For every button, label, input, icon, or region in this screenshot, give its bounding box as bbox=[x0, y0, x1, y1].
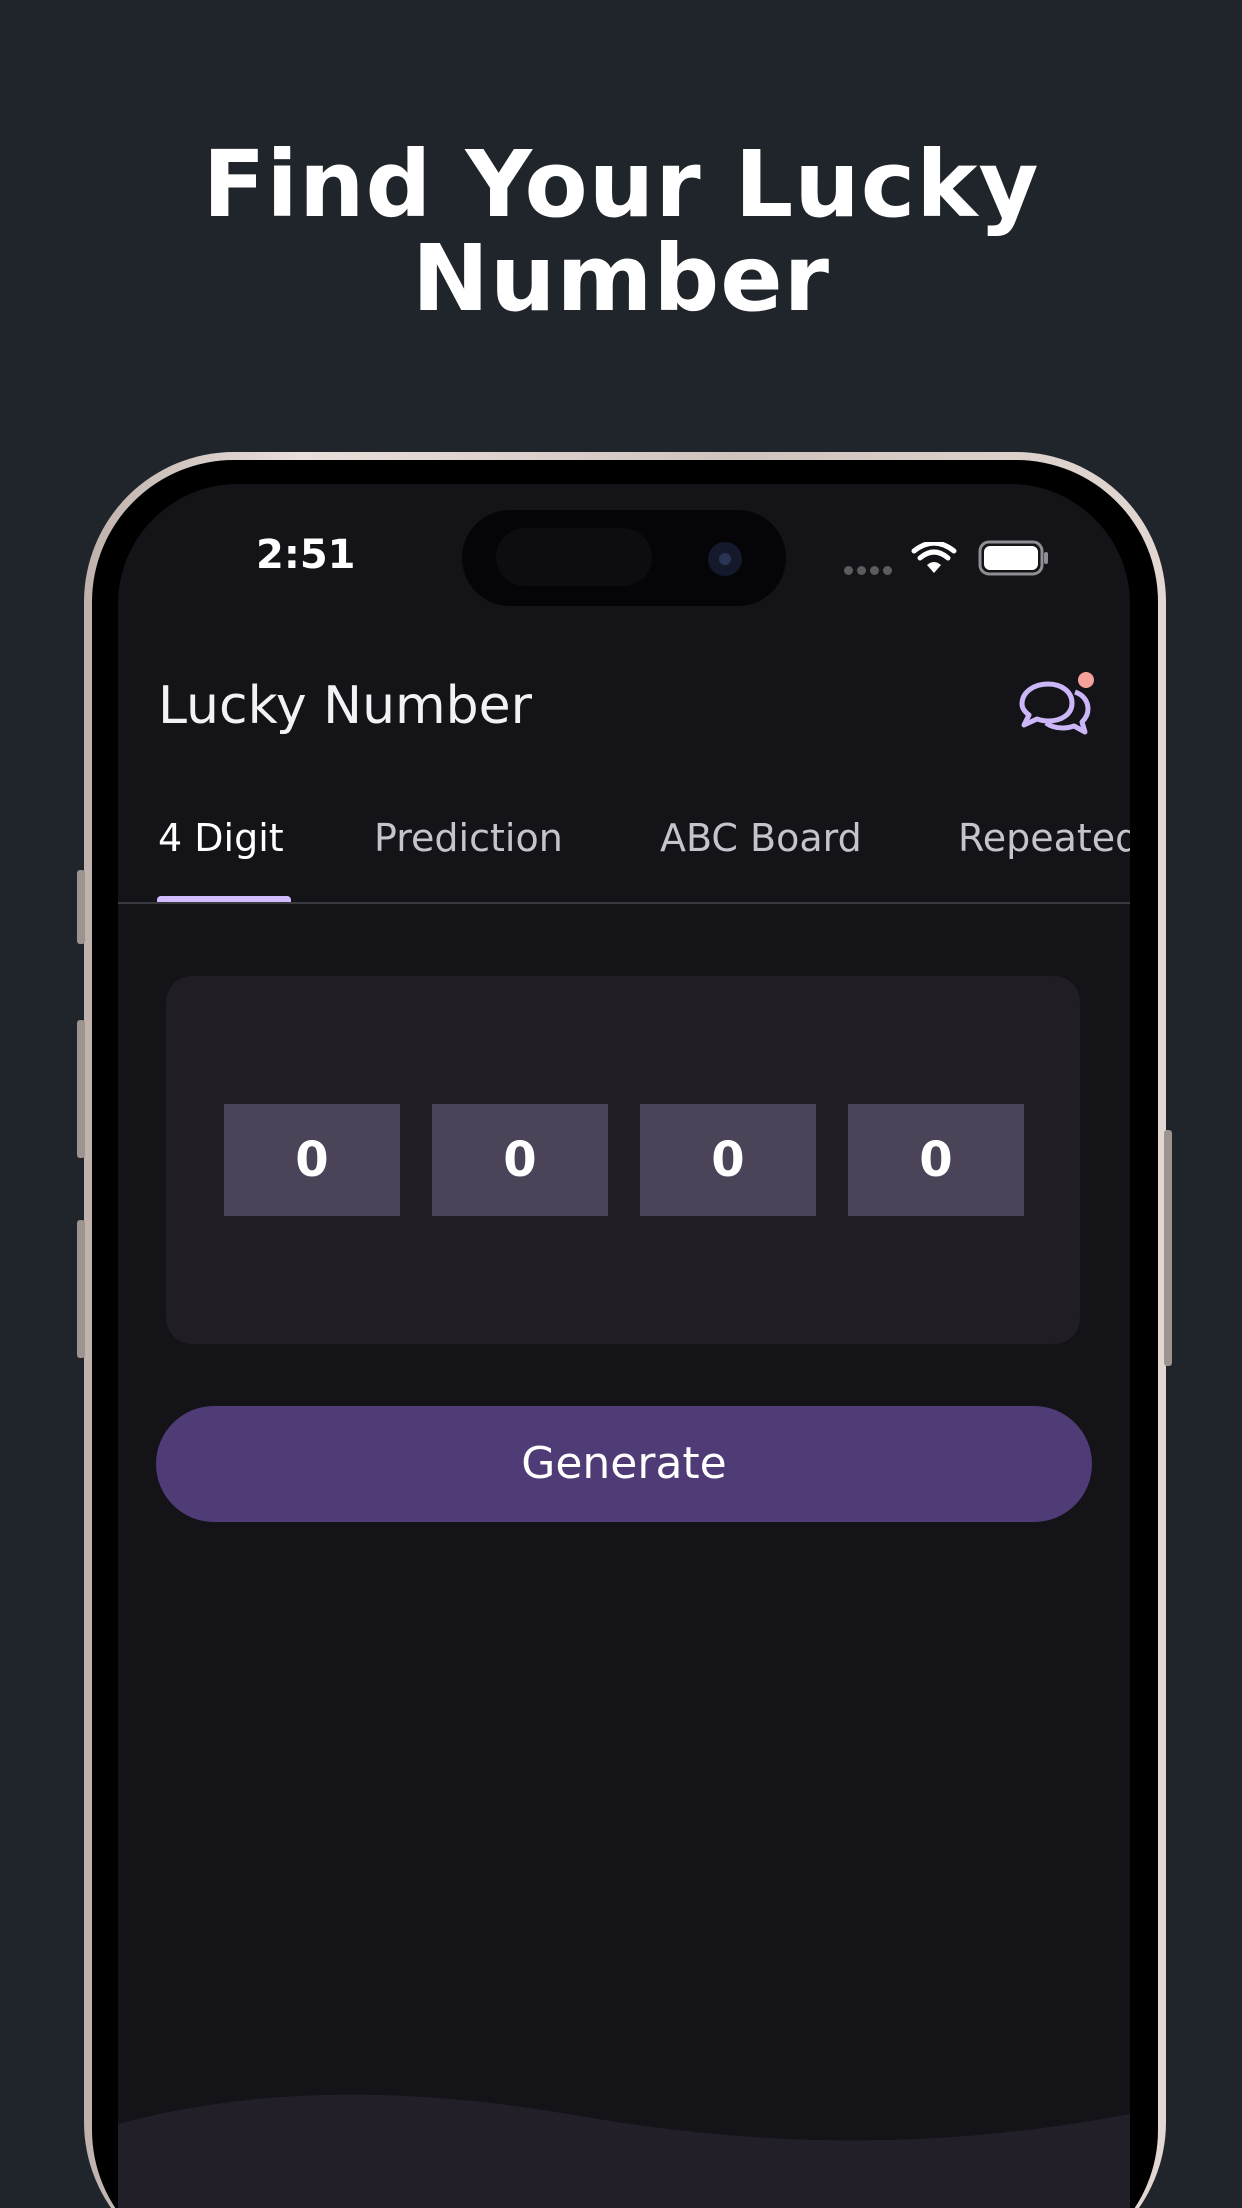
promo-headline: Find Your Lucky Number bbox=[0, 138, 1242, 326]
app-title: Lucky Number bbox=[158, 676, 533, 736]
tab-bar: 4 Digit Prediction ABC Board Repeated bbox=[118, 808, 1130, 888]
status-time: 2:51 bbox=[256, 532, 356, 578]
generate-button[interactable]: Generate bbox=[156, 1406, 1092, 1522]
headline-line-1: Find Your Lucky bbox=[202, 131, 1040, 238]
power-button bbox=[1164, 1130, 1172, 1366]
chat-button[interactable] bbox=[1014, 670, 1096, 744]
tab-repeated[interactable]: Repeated bbox=[958, 808, 1130, 888]
wifi-icon bbox=[911, 542, 957, 573]
digit-box-3: 0 bbox=[640, 1104, 816, 1216]
tab-prediction[interactable]: Prediction bbox=[374, 808, 563, 888]
dynamic-island bbox=[462, 510, 786, 606]
phone-screen: 2:51 Lucky Number 4 Digit Prediction ABC… bbox=[118, 484, 1130, 2208]
front-camera-icon bbox=[708, 542, 742, 576]
battery-icon bbox=[978, 540, 1048, 576]
promo-page: Find Your Lucky Number 2:51 Lucky Number bbox=[0, 0, 1242, 2208]
island-sensor bbox=[496, 528, 652, 586]
digits-card: 0 0 0 0 bbox=[166, 976, 1080, 1344]
tab-abc-board[interactable]: ABC Board bbox=[660, 808, 862, 888]
digit-box-2: 0 bbox=[432, 1104, 608, 1216]
volume-down-button bbox=[77, 1220, 85, 1358]
action-button bbox=[77, 870, 85, 944]
digit-box-1: 0 bbox=[224, 1104, 400, 1216]
bottom-wave-decoration bbox=[118, 2094, 1130, 2208]
signal-dots-icon bbox=[844, 566, 892, 575]
tab-4-digit[interactable]: 4 Digit bbox=[158, 808, 284, 888]
headline-line-2: Number bbox=[412, 225, 830, 332]
tabs-divider bbox=[118, 902, 1130, 904]
digit-box-4: 0 bbox=[848, 1104, 1024, 1216]
notification-dot bbox=[1078, 672, 1094, 688]
volume-up-button bbox=[77, 1020, 85, 1158]
